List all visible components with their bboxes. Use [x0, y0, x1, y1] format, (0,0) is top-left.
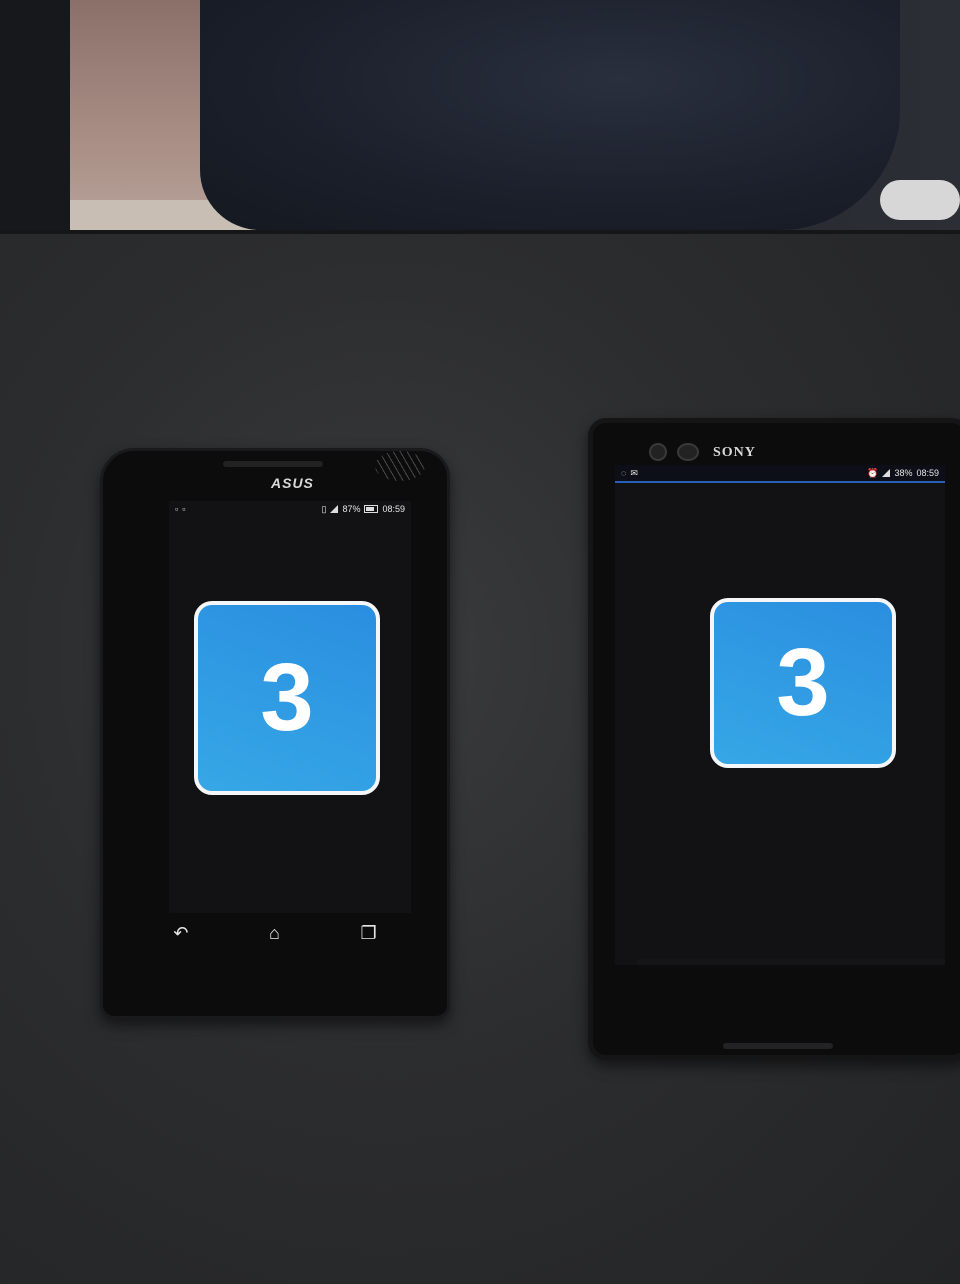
asus-phone: ASUS ▫ ▫ ▯ 87% 08:59 3 ↶ ⌂ ❐: [100, 448, 450, 1019]
status-bar: ▫ ▫ ▯ 87% 08:59: [169, 501, 411, 517]
front-camera-icon: [649, 443, 667, 461]
clock: 08:59: [382, 504, 405, 514]
brand-logo: ASUS: [271, 475, 314, 491]
nav-bar: ↶ ⌂ ❐: [133, 913, 417, 953]
notification-icon: ✉: [630, 468, 638, 478]
status-bar: ◌ ✉ ⏰ 38% 08:59: [615, 465, 945, 483]
shoe: [880, 180, 960, 220]
asus-screen: ▫ ▫ ▯ 87% 08:59 3: [169, 501, 411, 913]
notification-icon: ▫: [175, 504, 179, 514]
sony-phone: SONY ◌ ✉ ⏰ 38% 08:59 3 ◁ ⌂ □: [588, 418, 960, 1060]
battery-icon: [364, 505, 379, 513]
signal-icon: [882, 469, 891, 477]
brand-logo: SONY: [713, 445, 756, 460]
number-card[interactable]: 3: [710, 598, 896, 768]
vibrate-icon: ▯: [321, 504, 327, 514]
battery-percent: 38%: [894, 468, 913, 478]
earpiece: [223, 461, 323, 467]
signal-icon: [330, 505, 339, 513]
sensor-icon: [677, 443, 699, 461]
alarm-icon: ⏰: [867, 468, 879, 478]
background-scene: [0, 0, 960, 240]
home-icon[interactable]: ⌂: [269, 923, 280, 944]
notification-icon: ◌: [621, 468, 627, 478]
sony-screen: ◌ ✉ ⏰ 38% 08:59 3 ◁ ⌂ □: [615, 465, 945, 965]
recents-icon[interactable]: ❐: [361, 923, 377, 944]
back-icon[interactable]: ↶: [173, 923, 188, 944]
person-leg: [200, 0, 900, 230]
notification-icon: ▫: [182, 504, 186, 514]
nav-bar: ◁ ⌂ □: [637, 959, 945, 965]
number-card[interactable]: 3: [194, 601, 380, 795]
chair-left: [0, 0, 70, 240]
clock: 08:59: [916, 468, 939, 478]
screen-crack: [375, 451, 425, 481]
bottom-slot: [723, 1043, 833, 1049]
battery-percent: 87%: [342, 504, 361, 514]
